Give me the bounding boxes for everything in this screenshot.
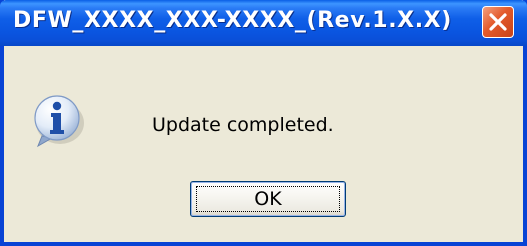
close-icon <box>489 13 507 31</box>
ok-button[interactable]: OK <box>190 181 346 217</box>
dialog-title: DFW_XXXX_XXX-XXXX_(Rev.1.X.X) <box>13 8 452 33</box>
close-button[interactable] <box>482 6 514 38</box>
ok-button-label: OK <box>196 186 340 212</box>
info-icon <box>34 95 84 148</box>
title-bar[interactable]: DFW_XXXX_XXX-XXXX_(Rev.1.X.X) <box>0 0 527 46</box>
dialog-window: DFW_XXXX_XXX-XXXX_(Rev.1.X.X) Update com… <box>0 0 527 246</box>
message-text: Update completed. <box>152 114 334 136</box>
